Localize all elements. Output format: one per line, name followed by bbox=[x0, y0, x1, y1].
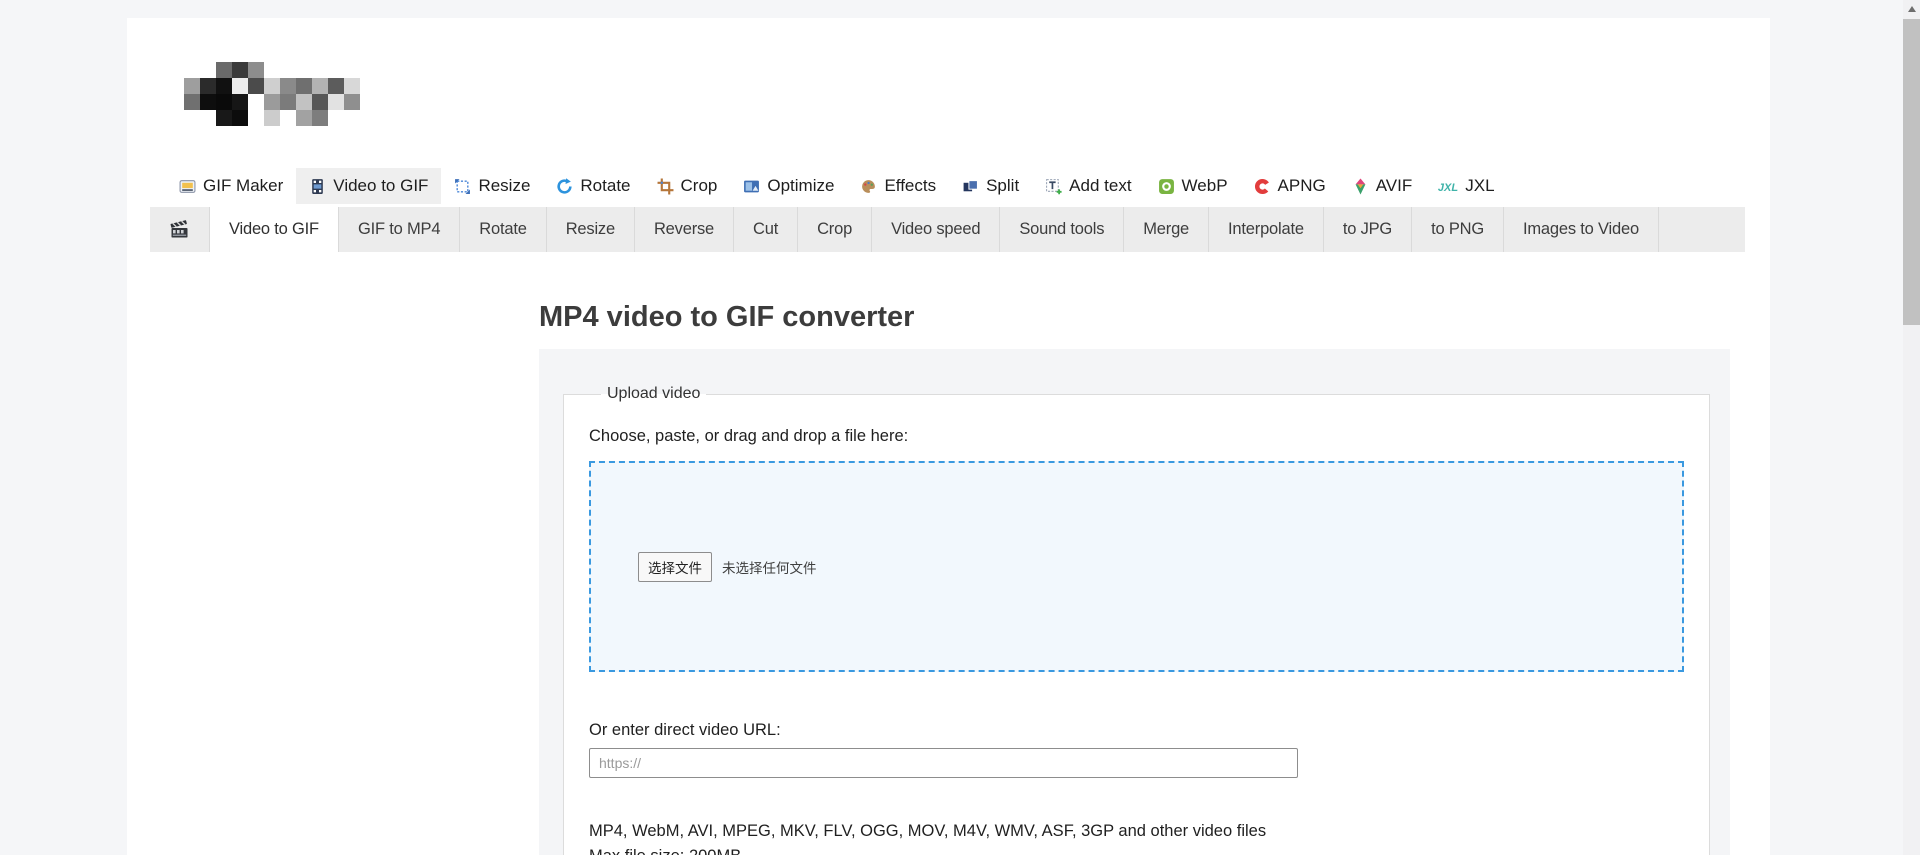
gif-maker-icon bbox=[179, 179, 196, 193]
main-nav-video-to-gif[interactable]: Video to GIF bbox=[296, 168, 442, 204]
file-input-row: 选择文件 未选择任何文件 bbox=[638, 551, 817, 582]
jxl-icon: JXL bbox=[1438, 182, 1458, 194]
main-nav-label: WebP bbox=[1181, 176, 1228, 195]
main-nav-label: AVIF bbox=[1375, 176, 1413, 195]
main-nav-label: Split bbox=[986, 176, 1020, 195]
resize-icon bbox=[455, 178, 471, 194]
apng-icon bbox=[1254, 178, 1270, 194]
main-nav-label: Rotate bbox=[580, 176, 631, 195]
main-nav-crop[interactable]: Crop bbox=[644, 168, 731, 204]
main-nav-label: JXL bbox=[1465, 176, 1495, 195]
main-nav-apng[interactable]: APNG bbox=[1241, 168, 1339, 204]
sub-tab-images-to-video[interactable]: Images to Video bbox=[1504, 207, 1659, 252]
main-nav: GIF Maker Video to GIF Resize Rotate Cro… bbox=[166, 168, 1508, 204]
main-nav-label: Effects bbox=[884, 176, 937, 195]
main-nav-label: GIF Maker bbox=[203, 176, 284, 195]
choose-file-label: Choose, paste, or drag and drop a file h… bbox=[589, 427, 909, 445]
rotate-icon bbox=[557, 177, 573, 194]
max-file-size-text: Max file size: 200MB bbox=[589, 847, 1684, 855]
add-text-icon bbox=[1046, 178, 1062, 194]
main-nav-effects[interactable]: Effects bbox=[847, 168, 949, 204]
content-panel: Upload video Choose, paste, or drag and … bbox=[539, 349, 1730, 855]
main-nav-optimize[interactable]: Optimize bbox=[730, 168, 847, 204]
main-nav-label: Resize bbox=[478, 176, 531, 195]
effects-icon bbox=[862, 179, 876, 193]
scrollbar bbox=[1903, 0, 1920, 855]
scroll-up-arrow-icon bbox=[1907, 5, 1916, 12]
url-label: Or enter direct video URL: bbox=[589, 721, 781, 739]
video-url-input[interactable] bbox=[589, 748, 1298, 778]
sub-tab-crop[interactable]: Crop bbox=[798, 207, 873, 252]
clapperboard-icon bbox=[170, 219, 187, 237]
main-nav-resize[interactable]: Resize bbox=[441, 168, 543, 204]
sub-tab-reverse[interactable]: Reverse bbox=[635, 207, 735, 252]
avif-icon bbox=[1355, 178, 1366, 194]
sub-tab-interpolate[interactable]: Interpolate bbox=[1209, 207, 1324, 252]
sub-tab-cut[interactable]: Cut bbox=[734, 207, 799, 252]
main-nav-rotate[interactable]: Rotate bbox=[543, 168, 643, 204]
sub-tab-to-jpg[interactable]: to JPG bbox=[1324, 207, 1413, 252]
upload-fieldset: Upload video Choose, paste, or drag and … bbox=[563, 385, 1710, 855]
sub-tab-video-to-gif[interactable]: Video to GIF bbox=[210, 207, 339, 252]
split-icon bbox=[963, 179, 978, 191]
main-nav-jxl[interactable]: JXL JXL bbox=[1425, 168, 1507, 204]
file-dropzone[interactable]: 选择文件 未选择任何文件 bbox=[589, 461, 1684, 672]
scrollbar-thumb[interactable] bbox=[1903, 19, 1920, 325]
main-nav-webp[interactable]: WebP bbox=[1145, 168, 1241, 204]
choose-file-button[interactable]: 选择文件 bbox=[638, 551, 712, 582]
upload-legend: Upload video bbox=[607, 385, 701, 402]
scrollbar-up-button[interactable] bbox=[1903, 0, 1920, 17]
svg-text:JXL: JXL bbox=[1438, 182, 1458, 194]
sub-tab-merge[interactable]: Merge bbox=[1124, 207, 1210, 252]
sub-tab-video-speed[interactable]: Video speed bbox=[872, 207, 1001, 252]
page-card: GIF Maker Video to GIF Resize Rotate Cro… bbox=[127, 18, 1770, 855]
page-title: MP4 video to GIF converter bbox=[539, 301, 915, 333]
file-status-text: 未选择任何文件 bbox=[722, 560, 817, 576]
main-nav-avif[interactable]: AVIF bbox=[1339, 168, 1426, 204]
sub-tab-rotate[interactable]: Rotate bbox=[460, 207, 547, 252]
main-nav-label: Crop bbox=[680, 176, 718, 195]
webp-icon bbox=[1158, 178, 1174, 194]
supported-formats-text: MP4, WebM, AVI, MPEG, MKV, FLV, OGG, MOV… bbox=[589, 822, 1267, 840]
sub-tab-gif-to-mp4[interactable]: GIF to MP4 bbox=[339, 207, 461, 252]
main-nav-label: Add text bbox=[1069, 176, 1132, 195]
sub-tab-to-png[interactable]: to PNG bbox=[1412, 207, 1504, 252]
main-nav-add-text[interactable]: Add text bbox=[1032, 168, 1144, 204]
sub-nav-home-tab[interactable] bbox=[150, 207, 210, 252]
crop-icon bbox=[657, 178, 673, 194]
optimize-icon bbox=[744, 180, 760, 192]
pixelated-logo-blocks bbox=[184, 62, 360, 126]
site-logo[interactable] bbox=[168, 62, 405, 127]
sub-tab-resize[interactable]: Resize bbox=[547, 207, 635, 252]
video-to-gif-icon bbox=[312, 178, 324, 194]
main-nav-gif-maker[interactable]: GIF Maker bbox=[166, 168, 296, 204]
main-nav-label: Video to GIF bbox=[333, 176, 429, 195]
main-nav-label: APNG bbox=[1277, 176, 1326, 195]
main-nav-split[interactable]: Split bbox=[949, 168, 1032, 204]
main-nav-label: Optimize bbox=[767, 176, 835, 195]
sub-tab-sound-tools[interactable]: Sound tools bbox=[1000, 207, 1125, 252]
sub-nav: Video to GIF GIF to MP4 Rotate Resize Re… bbox=[150, 207, 1745, 252]
